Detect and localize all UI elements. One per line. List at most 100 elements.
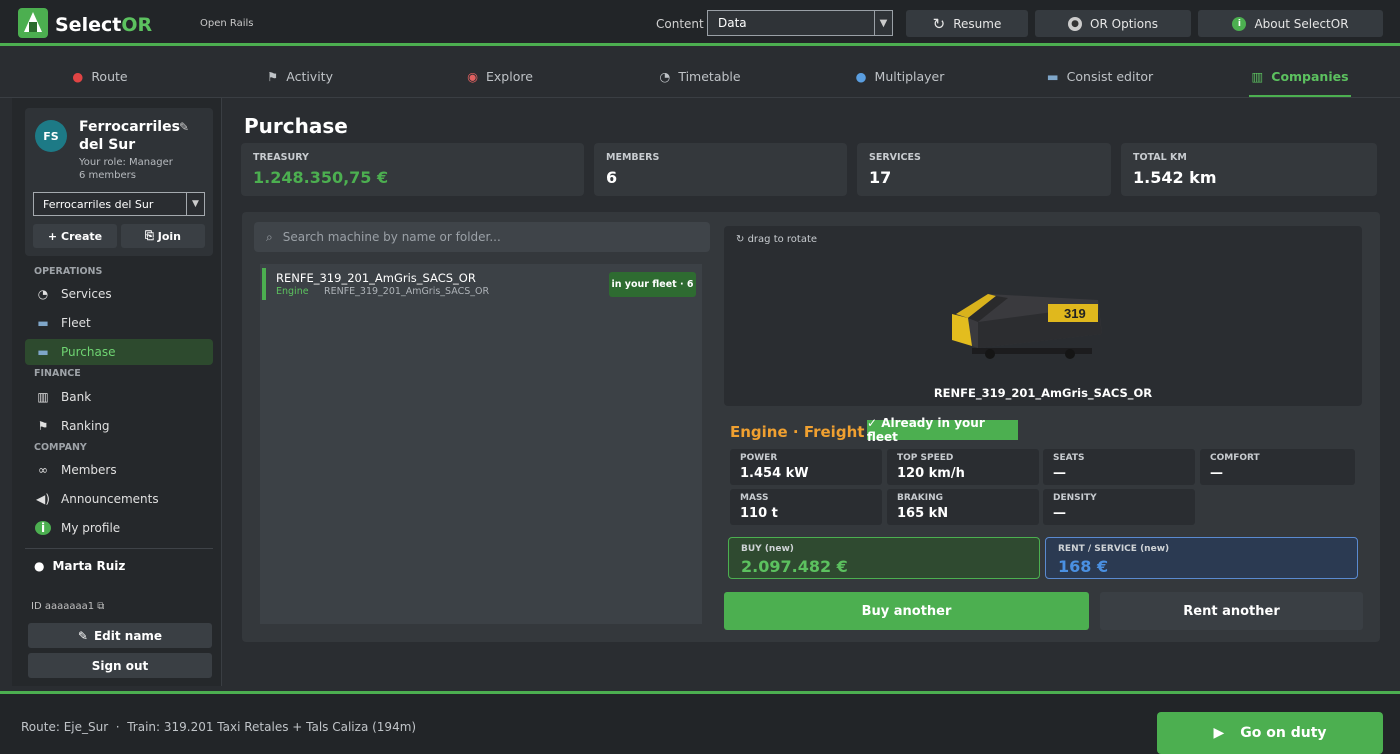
train-icon: ▬: [37, 316, 49, 330]
gear-icon: ●: [1068, 16, 1083, 31]
buy-another-button[interactable]: Buy another: [724, 592, 1089, 630]
purchase-panel: ⌕ Search machine by name or folder... RE…: [242, 212, 1380, 642]
clock-icon: ◔: [37, 287, 49, 301]
app-logo-icon: [18, 8, 48, 38]
edit-company-pencil-icon[interactable]: ✎: [179, 120, 189, 134]
tab-companies[interactable]: ▥ Companies: [1200, 56, 1400, 97]
company-name: Ferrocarriles del Sur: [79, 119, 180, 153]
rent-another-button[interactable]: Rent another: [1100, 592, 1363, 630]
page-title: Purchase: [244, 114, 348, 138]
spec-density: DENSITY —: [1043, 489, 1195, 525]
join-icon: ⎘: [144, 229, 154, 242]
about-button[interactable]: i About SelectOR: [1198, 10, 1383, 37]
sidebar: FS Ferrocarriles del Sur ✎ Your role: Ma…: [12, 98, 222, 686]
sidebar-item-services[interactable]: ◔ Services: [25, 281, 213, 307]
map-pin-icon: ●: [72, 69, 84, 84]
info-icon: i: [35, 521, 51, 535]
section-finance: FINANCE: [34, 368, 81, 379]
spec-seats: SEATS —: [1043, 449, 1195, 485]
company-avatar: FS: [35, 120, 67, 152]
stat-services: SERVICES 17: [857, 143, 1111, 196]
globe-icon: ●: [855, 69, 867, 84]
rotate-icon: ↻: [736, 234, 745, 245]
play-icon: ▶: [1213, 725, 1225, 741]
content-label: Content: [656, 17, 704, 31]
spec-braking: BRAKING 165 kN: [887, 489, 1039, 525]
members-icon: ∞: [38, 463, 48, 477]
machine-type: Engine · Freight: [730, 423, 865, 441]
tab-multiplayer[interactable]: ● Multiplayer: [800, 56, 1000, 97]
bank-icon: ▥: [37, 390, 49, 404]
section-operations: OPERATIONS: [34, 266, 103, 277]
company-card: FS Ferrocarriles del Sur ✎ Your role: Ma…: [25, 108, 213, 256]
train-icon: ▬: [37, 345, 49, 359]
spec-mass: MASS 110 t: [730, 489, 882, 525]
sidebar-item-bank[interactable]: ▥ Bank: [25, 384, 213, 410]
section-company: COMPANY: [34, 442, 87, 453]
search-icon: ⌕: [266, 229, 273, 244]
spec-power: POWER 1.454 kW: [730, 449, 882, 485]
rent-price-box[interactable]: RENT / SERVICE (new) 168 €: [1045, 537, 1358, 579]
top-bar: SelectOR Open Rails Content Data ▼ ↻ Res…: [0, 0, 1400, 46]
copy-icon[interactable]: ⧉: [97, 601, 104, 612]
model-viewer[interactable]: ↻ drag to rotate 319 RENFE_319_201_AmGri…: [724, 226, 1362, 406]
buy-price-box[interactable]: BUY (new) 2.097.482 €: [728, 537, 1040, 579]
train-icon: ▬: [1046, 69, 1059, 84]
spec-comfort: COMFORT —: [1200, 449, 1355, 485]
resume-button[interactable]: ↻ Resume: [906, 10, 1028, 37]
compass-icon: ◉: [467, 69, 478, 84]
sidebar-item-fleet[interactable]: ▬ Fleet: [25, 310, 213, 336]
already-in-fleet-badge: ✓ Already in your fleet: [867, 416, 1018, 444]
drag-hint: ↻ drag to rotate: [736, 234, 818, 245]
sidebar-item-ranking[interactable]: ⚑ Ranking: [25, 413, 213, 439]
pencil-icon: ✎: [77, 628, 88, 643]
sidebar-item-announcements[interactable]: ◀) Announcements: [25, 486, 213, 512]
info-icon: i: [1232, 16, 1247, 31]
sidebar-item-purchase[interactable]: ▬ Purchase: [25, 339, 213, 365]
tab-activity[interactable]: ⚑ Activity: [200, 56, 400, 97]
route-train-status: Route: Eje_Sur · Train: 319.201 Taxi Ret…: [21, 720, 417, 734]
chevron-down-icon[interactable]: ▼: [874, 11, 892, 35]
create-company-button[interactable]: + Create: [33, 224, 117, 248]
content-select[interactable]: Data ▼: [707, 10, 893, 36]
sidebar-divider: [25, 548, 213, 549]
edit-name-button[interactable]: ✎ Edit name: [28, 623, 212, 648]
company-select[interactable]: Ferrocarriles del Sur ▼: [33, 192, 205, 216]
resume-icon: ↻: [932, 14, 946, 33]
machine-list[interactable]: RENFE_319_201_AmGris_SACS_OR Engine RENF…: [260, 264, 702, 624]
building-icon: ▥: [1251, 69, 1264, 84]
go-on-duty-button[interactable]: ▶ Go on duty: [1157, 712, 1383, 754]
svg-text:319: 319: [1064, 306, 1086, 321]
tab-consist-editor[interactable]: ▬ Consist editor: [1000, 56, 1200, 97]
status-bar: Route: Eje_Sur · Train: 319.201 Taxi Ret…: [0, 691, 1400, 754]
app-brand: SelectOR: [55, 14, 153, 36]
locomotive-image: 319: [952, 294, 1102, 359]
company-role: Your role: Manager 6 members: [79, 157, 173, 181]
stat-treasury: TREASURY 1.248.350,75 €: [241, 143, 584, 196]
search-placeholder: Search machine by name or folder...: [282, 230, 501, 244]
user-id: ID aaaaaaa1 ⧉: [31, 601, 105, 612]
tab-explore[interactable]: ◉ Explore: [400, 56, 600, 97]
sign-out-button[interactable]: Sign out: [28, 653, 212, 678]
app-sublabel: Open Rails: [200, 18, 254, 29]
stat-total-km: TOTAL KM 1.542 km: [1121, 143, 1377, 196]
sidebar-item-my-profile[interactable]: i My profile: [25, 515, 213, 541]
clock-icon: ◔: [659, 69, 671, 84]
tab-timetable[interactable]: ◔ Timetable: [600, 56, 800, 97]
checkered-flag-icon: ⚑: [37, 419, 49, 433]
spec-top-speed: TOP SPEED 120 km/h: [887, 449, 1039, 485]
join-company-button[interactable]: ⎘ Join: [121, 224, 205, 248]
company-select-value: Ferrocarriles del Sur: [43, 198, 154, 211]
main-tabs: ● Route ⚑ Activity ◉ Explore ◔ Timetable ● Mu…: [0, 56, 1400, 98]
list-item[interactable]: RENFE_319_201_AmGris_SACS_OR Engine RENF…: [262, 268, 696, 300]
content-select-value: Data: [718, 16, 747, 30]
tab-route[interactable]: ● Route: [0, 56, 200, 97]
or-options-button[interactable]: ● OR Options: [1035, 10, 1191, 37]
user-name: ● Marta Ruiz: [34, 559, 126, 573]
search-input[interactable]: ⌕ Search machine by name or folder...: [254, 222, 710, 252]
user-icon: ●: [34, 559, 45, 573]
chevron-down-icon[interactable]: ▼: [186, 193, 204, 215]
speaker-icon: ◀): [36, 492, 50, 506]
fleet-count-badge: in your fleet · 6: [609, 272, 696, 297]
sidebar-item-members[interactable]: ∞ Members: [25, 457, 213, 483]
